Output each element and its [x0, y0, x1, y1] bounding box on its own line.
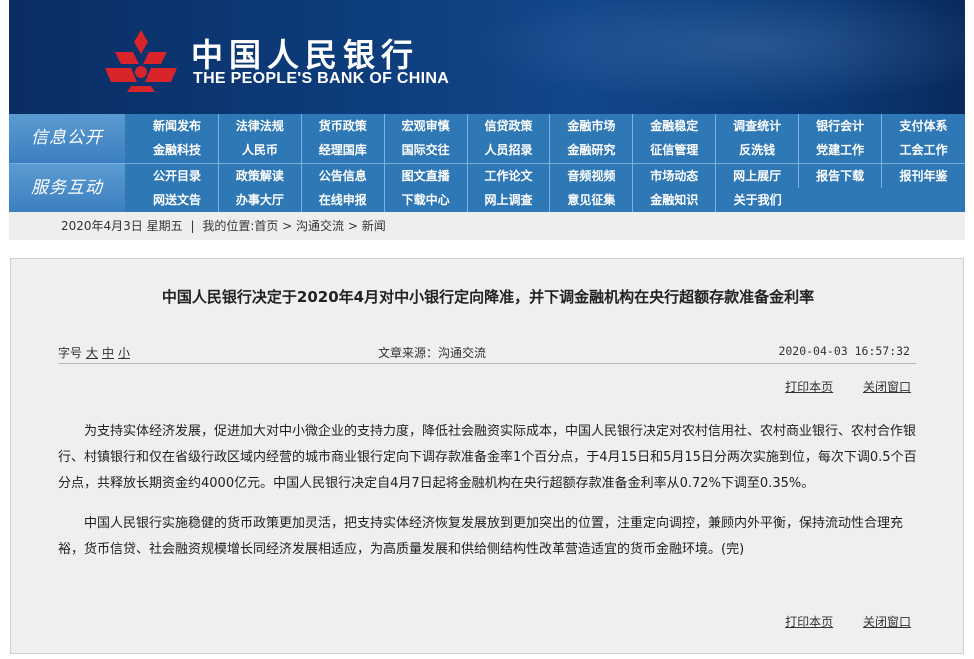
article-panel: 中国人民银行决定于2020年4月对中小银行定向降准，并下调金融机构在央行超额存款… [10, 258, 964, 654]
nav-item[interactable]: 网送文告 [136, 188, 219, 213]
nav-item[interactable]: 党建工作 [799, 138, 883, 163]
nav-item[interactable]: 意见征集 [550, 188, 634, 213]
nav-item[interactable]: 公告信息 [302, 164, 385, 188]
breadcrumb-location[interactable]: 我的位置:首页 > 沟通交流 > 新闻 [202, 219, 385, 233]
nav-item[interactable]: 金融稳定 [633, 114, 717, 138]
close-window-link[interactable]: 关闭窗口 [863, 615, 911, 629]
font-size-large-link[interactable]: 大 [86, 346, 98, 360]
nav-item[interactable]: 反洗钱 [716, 138, 800, 163]
nav-item[interactable]: 信贷政策 [468, 114, 551, 138]
nav-row: 公开目录 政策解读 公告信息 图文直播 工作论文 音频视频 市场动态 网上展厅 报告下载 报刊年鉴 [136, 164, 965, 188]
article-title: 中国人民银行决定于2020年4月对中小银行定向降准，并下调金融机构在央行超额存款… [161, 288, 815, 306]
nav-row: 金融科技 人民币 经理国库 国际交往 人员招录 金融研究 征信管理 反洗钱 党建工作 工会工作 [136, 138, 965, 163]
nav-item[interactable]: 工会工作 [882, 138, 965, 163]
nav-item[interactable]: 金融知识 [633, 188, 717, 213]
nav-item[interactable]: 政策解读 [219, 164, 302, 188]
pboc-emblem-icon [105, 30, 177, 92]
article-paragraph: 为支持实体经济发展，促进加大对中小微企业的支持力度，降低社会融资实际成本，中国人… [58, 424, 917, 491]
nav-item[interactable]: 工作论文 [468, 164, 551, 188]
nav-item[interactable]: 公开目录 [136, 164, 219, 188]
current-date: 2020年4月3日 星期五 [61, 219, 183, 233]
close-window-link[interactable]: 关闭窗口 [863, 380, 911, 394]
nav-grid-info: 新闻发布 法律法规 货币政策 宏观审慎 信贷政策 金融市场 金融稳定 调查统计 银行会计 支付体系… [136, 114, 965, 163]
nav-item[interactable]: 人民币 [219, 138, 302, 163]
font-size-label: 字号 [58, 346, 83, 360]
article-source: 文章来源：沟通交流 [378, 346, 487, 360]
nav-item[interactable]: 报告下载 [799, 164, 883, 188]
article-body: 为支持实体经济发展，促进加大对中小微企业的支持力度，降低社会融资实际成本，中国人… [58, 419, 918, 577]
nav-section-info: 信息公开 新闻发布 法律法规 货币政策 宏观审慎 信贷政策 金融市场 金融稳定 调查统计 银行会… [9, 114, 965, 163]
font-size-switcher: 字号大中小 [58, 344, 130, 361]
article-tools-bottom: 打印本页 关闭窗口 [759, 613, 911, 630]
nav-item[interactable]: 图文直播 [385, 164, 468, 188]
nav-row: 新闻发布 法律法规 货币政策 宏观审慎 信贷政策 金融市场 金融稳定 调查统计 银行会计 支付体系 [136, 114, 965, 138]
nav-item[interactable]: 征信管理 [633, 138, 717, 163]
nav-item[interactable]: 网上展厅 [716, 164, 800, 188]
header-banner: 中国人民银行 THE PEOPLE'S BANK OF CHINA [9, 0, 965, 114]
nav-item[interactable]: 金融研究 [550, 138, 634, 163]
nav-item[interactable]: 市场动态 [633, 164, 717, 188]
font-size-medium-link[interactable]: 中 [102, 346, 114, 360]
nav-item[interactable]: 调查统计 [716, 114, 800, 138]
font-size-small-link[interactable]: 小 [118, 346, 130, 360]
nav-item[interactable]: 人员招录 [468, 138, 551, 163]
article-paragraph: 中国人民银行实施稳健的货币政策更加灵活，把支持实体经济恢复发展放到更加突出的位置… [58, 516, 904, 557]
nav-item[interactable]: 国际交往 [385, 138, 468, 163]
brand-name-en: THE PEOPLE'S BANK OF CHINA [193, 70, 450, 87]
nav-item[interactable]: 法律法规 [219, 114, 302, 138]
nav-item[interactable]: 网上调查 [468, 188, 551, 213]
nav-item[interactable]: 银行会计 [799, 114, 883, 138]
nav-item[interactable]: 关于我们 [716, 188, 799, 213]
breadcrumb-separator: | [190, 219, 195, 233]
main-navigation: 信息公开 新闻发布 法律法规 货币政策 宏观审慎 信贷政策 金融市场 金融稳定 调查统计 银行会… [9, 114, 965, 213]
nav-row: 网送文告 办事大厅 在线申报 下载中心 网上调查 意见征集 金融知识 关于我们 [136, 188, 965, 213]
nav-item[interactable]: 货币政策 [302, 114, 385, 138]
nav-section-label-info: 信息公开 [9, 114, 125, 163]
nav-item[interactable]: 音频视频 [550, 164, 634, 188]
nav-item[interactable]: 支付体系 [882, 114, 965, 138]
article-meta: 字号大中小 文章来源：沟通交流 2020-04-03 16:57:32 [58, 344, 916, 364]
nav-item[interactable]: 新闻发布 [136, 114, 219, 138]
nav-grid-service: 公开目录 政策解读 公告信息 图文直播 工作论文 音频视频 市场动态 网上展厅 报告下载 报刊年鉴… [136, 164, 965, 213]
breadcrumb: 2020年4月3日 星期五 | 我的位置:首页 > 沟通交流 > 新闻 [9, 212, 965, 240]
nav-section-service: 服务互动 公开目录 政策解读 公告信息 图文直播 工作论文 音频视频 市场动态 网上展厅 报告下… [9, 163, 965, 213]
nav-item[interactable]: 经理国库 [302, 138, 385, 163]
nav-item[interactable]: 金融市场 [550, 114, 634, 138]
print-page-link[interactable]: 打印本页 [785, 380, 833, 394]
nav-item[interactable]: 金融科技 [136, 138, 219, 163]
nav-item[interactable]: 下载中心 [385, 188, 468, 213]
print-page-link[interactable]: 打印本页 [785, 615, 833, 629]
nav-item[interactable]: 报刊年鉴 [882, 164, 965, 188]
article-tools-top: 打印本页 关闭窗口 [759, 378, 911, 395]
nav-item[interactable]: 宏观审慎 [385, 114, 468, 138]
nav-item[interactable]: 办事大厅 [219, 188, 302, 213]
nav-item[interactable]: 在线申报 [302, 188, 385, 213]
nav-section-label-service: 服务互动 [9, 164, 125, 213]
article-datetime: 2020-04-03 16:57:32 [778, 344, 910, 358]
